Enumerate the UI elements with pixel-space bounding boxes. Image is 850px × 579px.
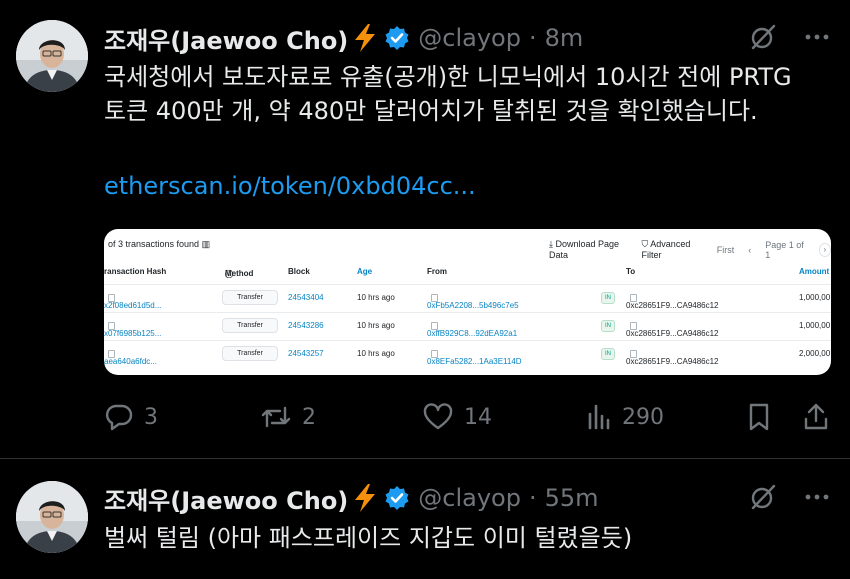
tweet-header: 조재우(Jaewoo Cho) @clayop · 55m [104, 478, 599, 518]
transactions-count: of 3 transactions found [108, 239, 200, 249]
table-row: x2f08ed61d5d... Transfer 24543404 10 hrs… [104, 285, 831, 311]
tweet-header: 조재우(Jaewoo Cho) @clayop · 8m [104, 18, 583, 58]
method-badge: Transfer [222, 346, 278, 361]
in-badge: IN [601, 292, 615, 304]
author-handle[interactable]: @clayop [418, 484, 521, 512]
tx-amount: 2,000,00 [799, 349, 831, 358]
author-handle[interactable]: @clayop [418, 24, 521, 52]
tweet[interactable]: 조재우(Jaewoo Cho) @clayop · 8m 국세청에서 보도자료로… [0, 0, 850, 458]
bookmark-button[interactable] [746, 397, 772, 437]
etherscan-toolbar: of 3 transactions found ▥ ⤓ Download Pag… [104, 237, 831, 260]
tx-hash[interactable]: x2f08ed61d5d... [104, 293, 161, 310]
views-count: 290 [622, 404, 664, 430]
in-badge: IN [601, 348, 615, 360]
grok-icon[interactable] [748, 22, 778, 56]
chart-icon: ▥ [201, 239, 211, 249]
verified-icon [384, 25, 410, 51]
tx-hash[interactable]: x07f6985b125... [104, 321, 161, 338]
share-button[interactable] [802, 397, 830, 437]
col-age[interactable]: Age [357, 267, 372, 276]
block-number[interactable]: 24543404 [288, 293, 324, 302]
download-button[interactable]: ⤓ Download Page Data [549, 239, 628, 260]
header-icons [748, 22, 830, 56]
like-count: 14 [464, 404, 492, 430]
to-address: 0xc28651F9...CA9486c12 [626, 293, 719, 310]
col-block: Block [288, 267, 310, 276]
separator-dot: · [528, 24, 537, 52]
prev-page-icon[interactable]: ‹ [748, 245, 751, 255]
col-amount[interactable]: Amount [799, 267, 829, 276]
verified-icon [384, 485, 410, 511]
table-row: aea640a6fdc... Transfer 24543257 10 hrs … [104, 341, 831, 367]
block-number[interactable]: 24543257 [288, 349, 324, 358]
grok-icon[interactable] [748, 482, 778, 516]
first-page-button[interactable]: First [717, 245, 735, 255]
info-icon: ⓘ [225, 270, 233, 279]
views-button[interactable]: 290 [586, 397, 664, 437]
col-to: To [626, 267, 636, 276]
from-address[interactable]: 0x8EFa5282...1Aa3E114D [427, 349, 522, 366]
header-icons [748, 482, 830, 516]
col-hash: ransaction Hash [104, 267, 167, 276]
action-bar: 3 2 14 290 [104, 397, 834, 437]
embedded-image[interactable]: of 3 transactions found ▥ ⤓ Download Pag… [104, 229, 831, 375]
reply-button[interactable]: 3 [104, 397, 158, 437]
etherscan-link[interactable]: etherscan.io/token/0xbd04cc... [104, 172, 476, 200]
from-address[interactable]: 0xFb5A2208...5b496c7e5 [427, 293, 519, 310]
col-from: From [427, 267, 447, 276]
lightning-icon [352, 23, 378, 53]
author-name[interactable]: 조재우(Jaewoo Cho) [104, 21, 348, 56]
advanced-filter-button[interactable]: ⛉ Advanced Filter [642, 239, 703, 260]
tweet[interactable] [0, 459, 850, 579]
reply-icon [104, 402, 134, 432]
views-icon [586, 402, 612, 432]
tweet-text: 국세청에서 보도자료로 유출(공개)한 니모닉에서 10시간 전에 PRTG 토… [104, 60, 824, 128]
like-button[interactable]: 14 [422, 397, 492, 437]
method-badge: Transfer [222, 290, 278, 305]
lightning-icon [352, 483, 378, 513]
tx-amount: 1,000,00 [799, 293, 831, 302]
table-header: ransaction Hash Method ⓘ Block Age From … [104, 267, 830, 279]
repost-icon [260, 402, 292, 432]
reply-count: 3 [144, 404, 158, 430]
bookmark-icon [746, 402, 772, 432]
repost-button[interactable]: 2 [260, 397, 316, 437]
in-badge: IN [601, 320, 615, 332]
like-icon [422, 402, 454, 432]
tweet-text: 벌써 털림 (아마 패스프레이즈 지갑도 이미 털렸을듯) [104, 521, 824, 555]
tx-hash[interactable]: aea640a6fdc... [104, 349, 157, 366]
timestamp[interactable]: 55m [545, 484, 599, 512]
author-name[interactable]: 조재우(Jaewoo Cho) [104, 481, 348, 516]
page-indicator: Page 1 of 1 [765, 239, 804, 260]
tx-age: 10 hrs ago [357, 293, 395, 302]
separator-dot: · [528, 484, 537, 512]
to-address: 0xc28651F9...CA9486c12 [626, 349, 719, 366]
to-address: 0xc28651F9...CA9486c12 [626, 321, 719, 338]
more-icon[interactable] [804, 484, 830, 514]
tweet-text-line: 국세청에서 보도자료로 유출(공개)한 니모닉에서 10시간 전에 PRTG [104, 63, 792, 91]
block-number[interactable]: 24543286 [288, 321, 324, 330]
tx-age: 10 hrs ago [357, 349, 395, 358]
timestamp[interactable]: 8m [545, 24, 584, 52]
next-page-icon[interactable]: › [818, 242, 831, 257]
tx-amount: 1,000,00 [799, 321, 831, 330]
from-address[interactable]: 0xffB929C8...92dEA92a1 [427, 321, 517, 338]
more-icon[interactable] [804, 24, 830, 54]
share-icon [802, 402, 830, 432]
method-badge: Transfer [222, 318, 278, 333]
avatar[interactable] [16, 481, 88, 553]
repost-count: 2 [302, 404, 316, 430]
table-row: x07f6985b125... Transfer 24543286 10 hrs… [104, 313, 831, 339]
tweet-text-line: 토큰 400만 개, 약 480만 달러어치가 탈취된 것을 확인했습니다. [104, 97, 758, 125]
avatar[interactable] [16, 20, 88, 92]
tweet-text-line: 벌써 털림 (아마 패스프레이즈 지갑도 이미 털렸을듯) [104, 524, 633, 552]
tx-age: 10 hrs ago [357, 321, 395, 330]
